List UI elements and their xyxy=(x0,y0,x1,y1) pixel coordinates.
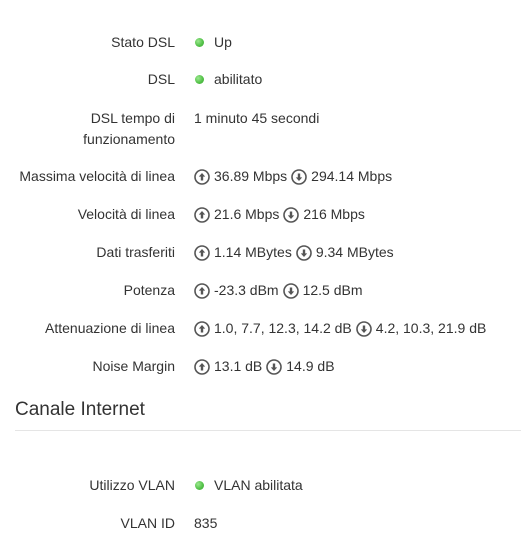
arrow-up-circle-icon xyxy=(194,282,210,299)
arrow-up-circle-icon xyxy=(194,358,210,375)
dsl-uptime-label-line2: funzionamento xyxy=(83,131,175,147)
section-divider xyxy=(15,430,521,431)
noise-margin-value: 13.1 dB 14.9 dB xyxy=(194,356,335,377)
power-label: Potenza xyxy=(123,282,175,298)
vlan-usage-label: Utilizzo VLAN xyxy=(89,477,175,493)
line-attenuation-value: 1.0, 7.7, 12.3, 14.2 dB 4.2, 10.3, 21.9 … xyxy=(194,318,486,339)
line-attenuation-label: Attenuazione di linea xyxy=(45,320,175,336)
max-line-rate-down: 294.14 Mbps xyxy=(311,168,393,184)
section-title-internet: Canale Internet xyxy=(15,399,145,420)
noise-margin-up: 13.1 dB xyxy=(214,358,263,374)
vlan-id-label: VLAN ID xyxy=(120,515,175,531)
power-up: -23.3 dBm xyxy=(214,282,279,298)
arrow-down-circle-icon xyxy=(355,320,372,337)
arrow-up-circle-icon xyxy=(194,244,210,261)
vlan-usage-value-wrap: VLAN abilitata xyxy=(194,475,303,496)
dsl-status-value: Up xyxy=(214,34,232,50)
noise-margin-label: Noise Margin xyxy=(92,358,175,374)
line-rate-up: 21.6 Mbps xyxy=(214,206,280,222)
status-dot-icon xyxy=(195,38,204,47)
dsl-status-label: Stato DSL xyxy=(111,34,175,50)
max-line-rate-up: 36.89 Mbps xyxy=(214,168,288,184)
line-rate-down: 216 Mbps xyxy=(303,206,365,222)
status-dot-icon xyxy=(195,75,204,84)
line-rate-label: Velocità di linea xyxy=(77,206,175,222)
arrow-down-circle-icon xyxy=(291,168,307,185)
arrow-up-circle-icon xyxy=(194,168,210,185)
data-transferred-down: 9.34 MBytes xyxy=(315,244,394,260)
line-rate-value: 21.6 Mbps 216 Mbps xyxy=(194,204,365,225)
max-line-rate-value: 36.89 Mbps 294.14 Mbps xyxy=(194,166,392,187)
line-attenuation-down: 4.2, 10.3, 21.9 dB xyxy=(375,320,487,336)
vlan-id-value: 835 xyxy=(194,515,218,531)
data-transferred-up: 1.14 MBytes xyxy=(214,244,292,260)
dsl-enabled-label: DSL xyxy=(147,71,175,87)
dsl-status-value-wrap: Up xyxy=(194,32,232,53)
arrow-up-circle-icon xyxy=(194,206,210,223)
dsl-enabled-value: abilitato xyxy=(214,71,263,87)
noise-margin-down: 14.9 dB xyxy=(286,358,335,374)
vlan-usage-value: VLAN abilitata xyxy=(214,477,303,493)
dsl-enabled-value-wrap: abilitato xyxy=(194,69,262,90)
power-value: -23.3 dBm 12.5 dBm xyxy=(194,280,363,301)
arrow-down-circle-icon xyxy=(266,358,283,375)
arrow-down-circle-icon xyxy=(282,282,299,299)
max-line-rate-label: Massima velocità di linea xyxy=(19,168,175,184)
arrow-down-circle-icon xyxy=(296,244,312,261)
status-dot-icon xyxy=(195,481,204,490)
arrow-down-circle-icon xyxy=(283,206,300,223)
dsl-uptime-label: DSL tempo di funzionamento xyxy=(5,108,175,150)
data-transferred-value: 1.14 MBytes 9.34 MBytes xyxy=(194,242,394,263)
arrow-up-circle-icon xyxy=(194,320,210,337)
dsl-uptime-label-line1: DSL tempo di xyxy=(90,110,175,126)
dsl-uptime-value: 1 minuto 45 secondi xyxy=(194,110,320,126)
power-down: 12.5 dBm xyxy=(302,282,363,298)
data-transferred-label: Dati trasferiti xyxy=(96,244,175,260)
line-attenuation-up: 1.0, 7.7, 12.3, 14.2 dB xyxy=(214,320,352,336)
